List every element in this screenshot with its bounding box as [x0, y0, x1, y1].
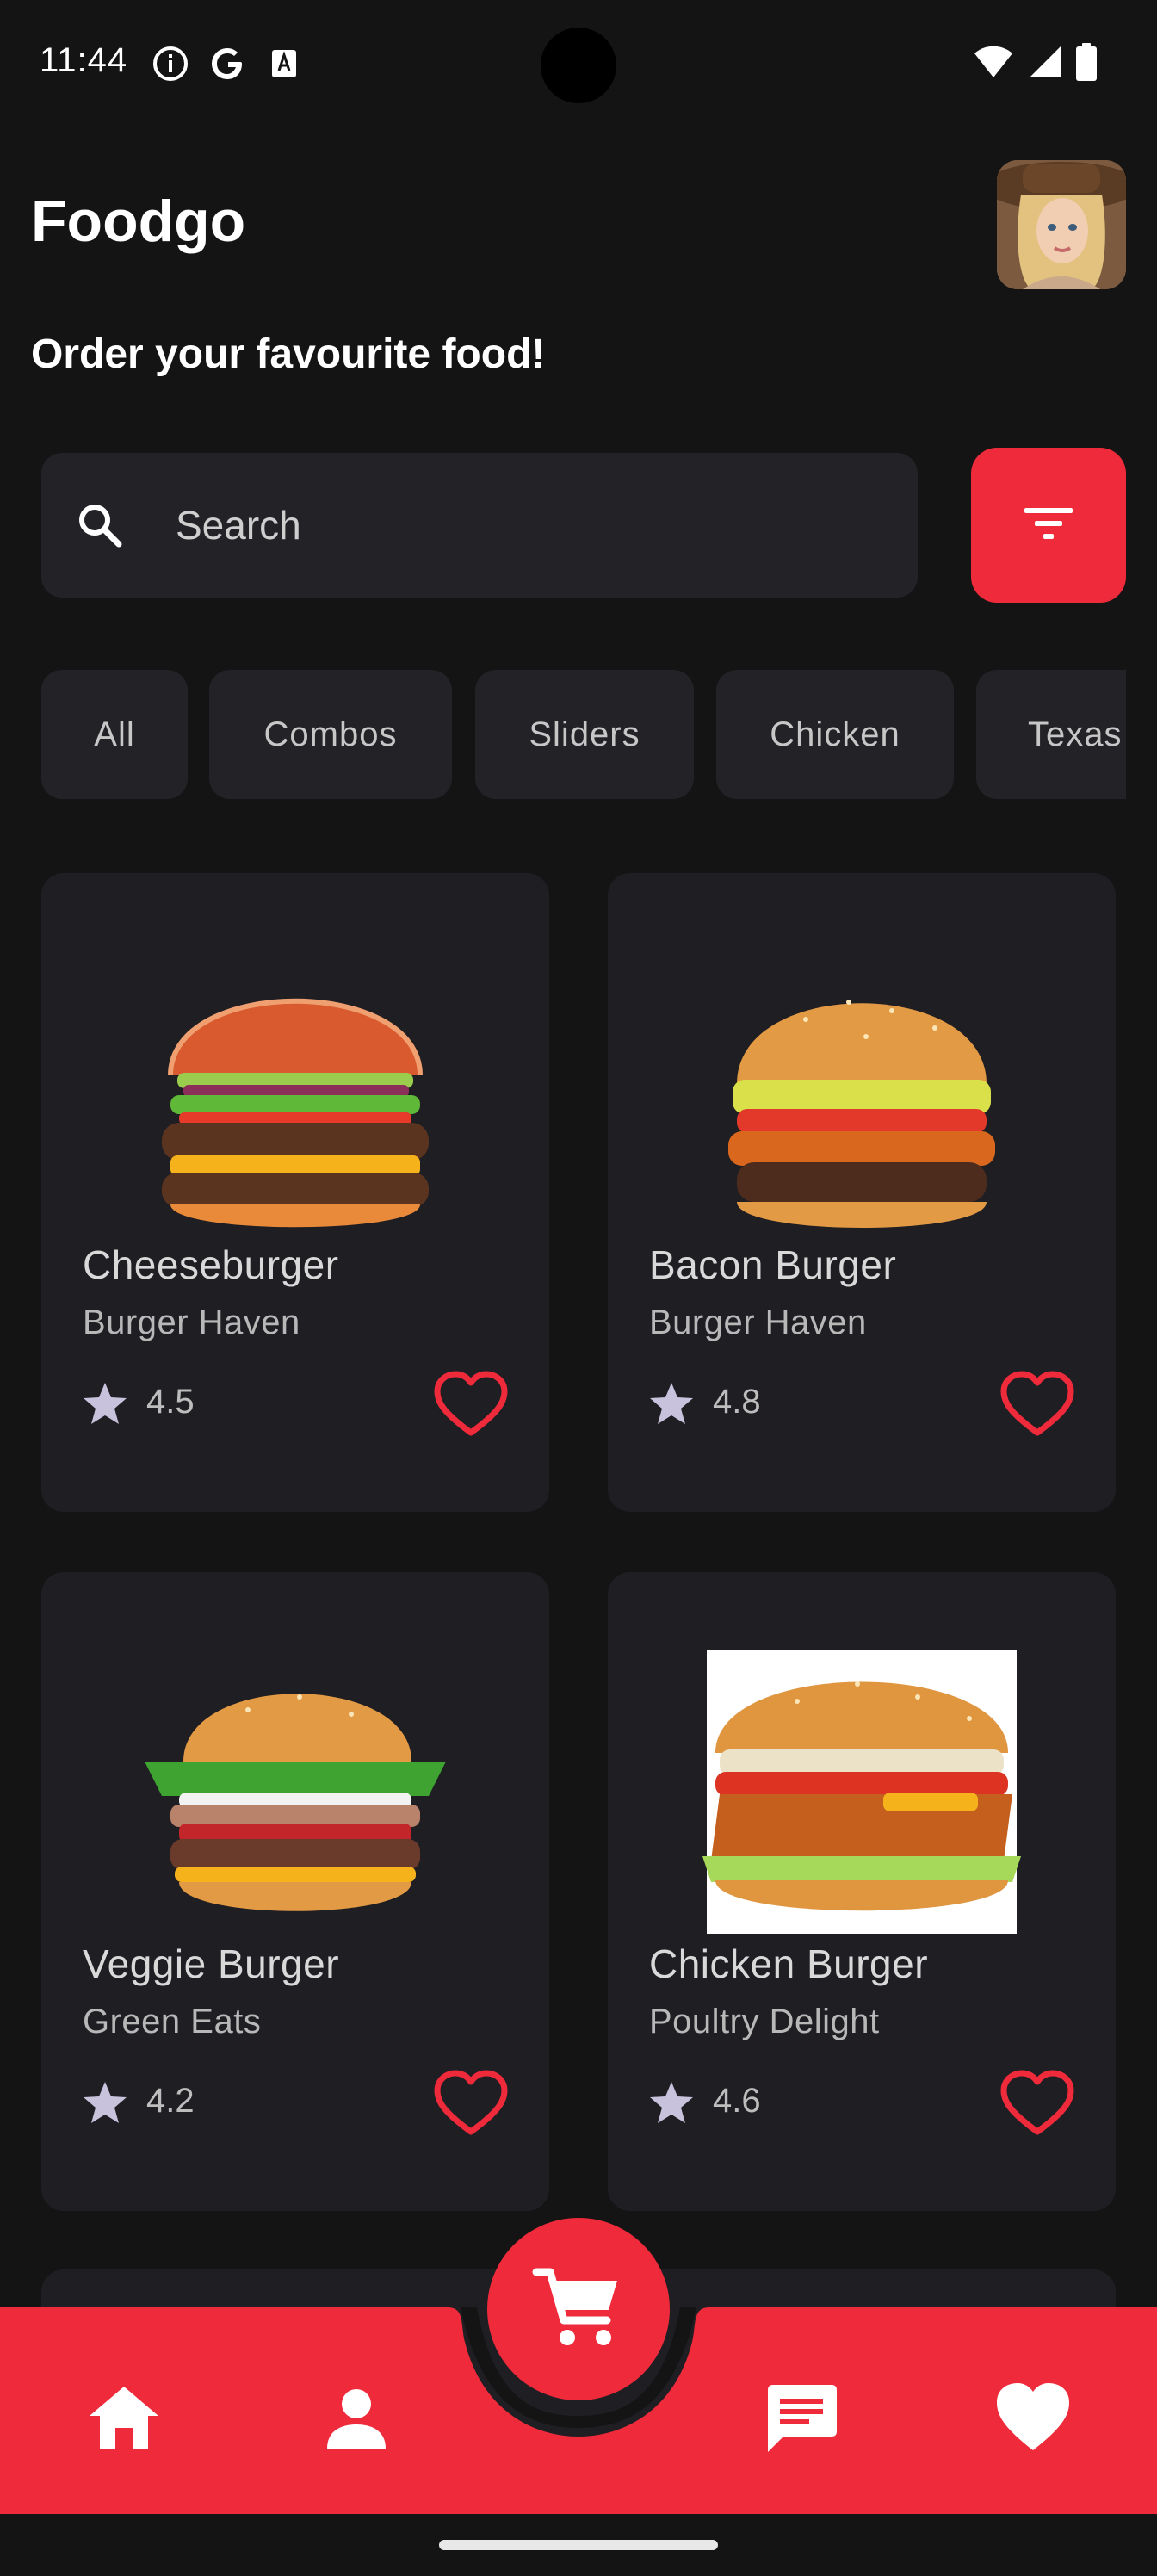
page-subtitle: Order your favourite food! [31, 331, 546, 377]
avatar[interactable] [997, 160, 1126, 289]
category-chip-all[interactable]: All [41, 670, 188, 799]
star-icon [647, 1379, 696, 1427]
star-icon [81, 2078, 129, 2127]
cart-icon [531, 2260, 626, 2359]
filter-icon [1023, 505, 1074, 547]
product-rating: 4.2 [146, 2082, 195, 2120]
search-input[interactable] [176, 453, 882, 598]
favorite-heart-icon[interactable] [434, 2070, 508, 2139]
page-title: Foodgo [31, 189, 246, 254]
app-screen: 11:44 Foodgo Order your favourite food! … [0, 0, 1157, 2576]
favorite-heart-icon[interactable] [1000, 1371, 1074, 1440]
status-icons-left [152, 45, 303, 83]
favorite-heart-icon[interactable] [434, 1371, 508, 1440]
product-restaurant: Poultry Delight [649, 2003, 880, 2040]
product-card[interactable]: Bacon Burger Burger Haven 4.8 [608, 873, 1116, 1512]
category-chip-sliders[interactable]: Sliders [475, 670, 694, 799]
translate-icon [265, 45, 303, 83]
status-bar: 11:44 [0, 0, 1157, 129]
battery-icon [1076, 43, 1097, 85]
product-rating: 4.8 [713, 1383, 761, 1421]
cart-button[interactable] [487, 2218, 670, 2400]
product-image [608, 1624, 1116, 1942]
product-card[interactable]: Chicken Burger Poultry Delight 4.6 [608, 1572, 1116, 2211]
product-name: Veggie Burger [83, 1941, 340, 1986]
home-indicator[interactable] [439, 2540, 718, 2550]
favorite-heart-icon[interactable] [1000, 2070, 1074, 2139]
product-card[interactable]: Cheeseburger Burger Haven 4.5 [41, 873, 549, 1512]
product-image [608, 925, 1116, 1243]
category-chips: All Combos Sliders Chicken Texas [41, 670, 1126, 799]
star-icon [647, 2078, 696, 2127]
status-icons-right [973, 43, 1097, 85]
product-image [41, 1624, 549, 1942]
chat-icon[interactable] [759, 2376, 842, 2459]
product-restaurant: Burger Haven [83, 1303, 300, 1341]
product-name: Cheeseburger [83, 1242, 339, 1287]
info-icon [152, 45, 189, 83]
product-restaurant: Burger Haven [649, 1303, 867, 1341]
favorites-icon[interactable] [992, 2376, 1074, 2459]
product-restaurant: Green Eats [83, 2003, 262, 2040]
product-rating: 4.5 [146, 1383, 195, 1421]
category-chip-texas[interactable]: Texas [976, 670, 1126, 799]
camera-cutout [541, 28, 616, 103]
google-icon [208, 45, 246, 83]
category-chip-chicken[interactable]: Chicken [716, 670, 954, 799]
search-icon [76, 501, 124, 549]
wifi-icon [973, 45, 1014, 84]
product-name: Bacon Burger [649, 1242, 897, 1287]
signal-icon [1028, 45, 1062, 84]
profile-icon[interactable] [315, 2376, 398, 2459]
filter-button[interactable] [971, 448, 1126, 603]
product-card[interactable]: Veggie Burger Green Eats 4.2 [41, 1572, 549, 2211]
star-icon [81, 1379, 129, 1427]
product-name: Chicken Burger [649, 1941, 929, 1986]
product-rating: 4.6 [713, 2082, 761, 2120]
status-time: 11:44 [40, 41, 128, 79]
search-box[interactable] [41, 453, 918, 598]
home-icon[interactable] [83, 2376, 165, 2459]
product-image [41, 925, 549, 1243]
category-chip-combos[interactable]: Combos [209, 670, 452, 799]
